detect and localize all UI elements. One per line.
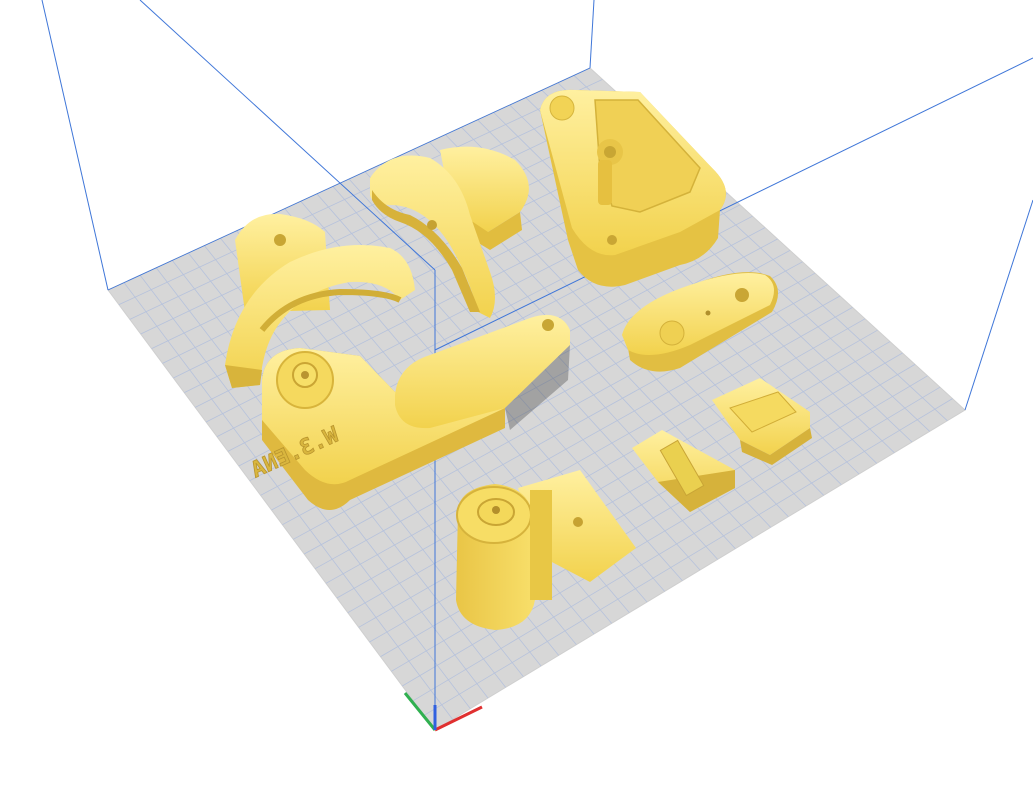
3d-viewport[interactable]: W.3.ENA bbox=[0, 0, 1033, 786]
volume-edge-right bbox=[964, 199, 1033, 411]
volume-edge-left bbox=[41, 0, 109, 291]
scene-svg[interactable]: W.3.ENA bbox=[0, 0, 1033, 786]
volume-edge-back bbox=[589, 0, 595, 69]
